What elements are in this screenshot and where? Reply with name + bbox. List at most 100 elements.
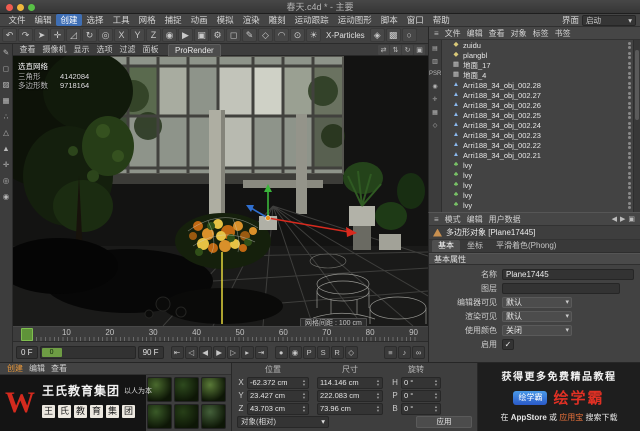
om-grid-icon[interactable]: ▦ xyxy=(429,109,441,116)
menu-item[interactable]: 雕刻 xyxy=(264,14,290,26)
render-visibility-dot[interactable] xyxy=(628,205,631,209)
previous-key-icon[interactable]: ◁ xyxy=(184,345,198,359)
render-visibility-dot[interactable] xyxy=(628,55,631,59)
viewport[interactable]: 查看 摄像机 显示 选项 过滤 面板 ProRender ⇄ ⇅ ↻ ▣ 网格间… xyxy=(13,43,428,326)
add-primitive-icon[interactable]: ◻ xyxy=(226,28,241,42)
material-thumbnail[interactable] xyxy=(201,404,226,429)
object-tree-item[interactable]: ▲ Arri188_34_obj_002.21 xyxy=(442,150,633,160)
interface-menu[interactable]: 界面 xyxy=(562,14,579,26)
history-back-icon[interactable]: ◀ xyxy=(612,215,617,223)
move-tool-icon[interactable]: ✛ xyxy=(50,28,65,42)
scrollbar-thumb[interactable] xyxy=(635,50,639,120)
editor-visibility-dot[interactable] xyxy=(628,131,631,135)
editor-visibility-dot[interactable] xyxy=(628,71,631,75)
om-misc-icon[interactable]: ◇ xyxy=(429,122,441,129)
polygons-mode-icon[interactable]: ▲ xyxy=(1,143,12,154)
layout-select[interactable]: 启动 ▾ xyxy=(582,14,636,26)
texture-mode-icon[interactable]: ▨ xyxy=(1,79,12,90)
goto-start-icon[interactable]: ⇤ xyxy=(170,345,184,359)
current-frame-field[interactable]: 0 F xyxy=(16,345,38,359)
attribute-tab[interactable]: 基本 xyxy=(432,240,460,252)
material-thumbnail[interactable] xyxy=(147,404,172,429)
tab-prorender[interactable]: ProRender xyxy=(168,43,221,56)
attribute-menu-item[interactable]: 用户数据 xyxy=(486,214,524,225)
editor-visibility-dot[interactable] xyxy=(628,171,631,175)
redo-icon[interactable]: ↷ xyxy=(18,28,33,42)
volume-menu-icon[interactable]: ▩ xyxy=(385,28,401,42)
material-thumbnail[interactable] xyxy=(174,404,199,429)
menu-item[interactable]: 模拟 xyxy=(212,14,238,26)
last-tool-icon[interactable]: ◎ xyxy=(98,28,113,42)
add-deformer-icon[interactable]: ◠ xyxy=(274,28,289,42)
undo-icon[interactable]: ↶ xyxy=(2,28,17,42)
object-tree-item[interactable]: ♣ lvy xyxy=(442,200,633,210)
object-manager-menu-item[interactable]: 编辑 xyxy=(464,28,486,39)
editor-visibility-dot[interactable] xyxy=(628,91,631,95)
material-thumbnail[interactable] xyxy=(201,377,226,402)
viewport-menu-item[interactable]: 过滤 xyxy=(116,44,139,55)
material-menu-item[interactable]: 编辑 xyxy=(26,363,48,374)
render-visibility-dot[interactable] xyxy=(628,185,631,189)
render-picture-viewer-icon[interactable]: ▣ xyxy=(194,28,209,42)
attribute-tab[interactable]: 坐标 xyxy=(461,240,489,252)
menu-item[interactable]: 文件 xyxy=(4,14,30,26)
viewport-menu-item[interactable]: 显示 xyxy=(70,44,93,55)
object-manager-menu-item[interactable]: 书签 xyxy=(552,28,574,39)
menu-item[interactable]: 脚本 xyxy=(376,14,402,26)
sound-toggle-icon[interactable]: ♪ xyxy=(398,345,411,359)
lock-y-axis-icon[interactable]: Y xyxy=(130,28,145,42)
om-axis-icon[interactable]: ✛ xyxy=(429,96,441,103)
edges-mode-icon[interactable]: △ xyxy=(1,127,12,138)
editor-visibility-dot[interactable] xyxy=(628,201,631,205)
object-tree-item[interactable]: ▲ Arri188_34_obj_002.24 xyxy=(442,120,633,130)
menu-item[interactable]: 帮助 xyxy=(428,14,454,26)
rotation-field[interactable]: 0 ° ▲ ▼ xyxy=(401,376,441,389)
object-tree-item[interactable]: ♣ lvy xyxy=(442,160,633,170)
om-snap-icon[interactable]: ◉ xyxy=(429,83,441,90)
model-mode-icon[interactable]: ◻ xyxy=(1,63,12,74)
menu-item[interactable]: 创建 xyxy=(56,14,83,26)
viewport-filter-icon[interactable]: ◎ xyxy=(1,175,12,186)
previous-frame-icon[interactable]: ◀ xyxy=(198,345,212,359)
record-keyframe-icon[interactable]: ● xyxy=(274,345,288,359)
size-field[interactable]: 222.083 cm ▲ ▼ xyxy=(317,389,383,402)
menu-item[interactable]: 渲染 xyxy=(238,14,264,26)
size-field[interactable]: 114.146 cm ▲ ▼ xyxy=(317,376,383,389)
loop-mode-icon[interactable]: ∞ xyxy=(412,345,425,359)
lock-z-axis-icon[interactable]: Z xyxy=(146,28,161,42)
editor-visibility-dot[interactable] xyxy=(628,81,631,85)
snap-toggle-icon[interactable]: ◉ xyxy=(1,191,12,202)
axis-mode-icon[interactable]: ✛ xyxy=(1,159,12,170)
material-menu-item[interactable]: 查看 xyxy=(48,363,70,374)
stepper-icon[interactable]: ▲ ▼ xyxy=(434,405,438,412)
menu-item[interactable]: 动画 xyxy=(186,14,212,26)
render-view-icon[interactable]: ▶ xyxy=(178,28,193,42)
stepper-icon[interactable]: ▲ ▼ xyxy=(376,405,380,412)
menu-item[interactable]: 运动跟踪 xyxy=(290,14,333,26)
pan-view-icon[interactable]: ⇄ xyxy=(378,44,389,55)
om-layers-icon[interactable]: ▥ xyxy=(429,58,441,65)
rotate-view-icon[interactable]: ↻ xyxy=(402,44,413,55)
add-generator-icon[interactable]: ◇ xyxy=(258,28,273,42)
stepper-icon[interactable]: ▲ ▼ xyxy=(434,392,438,399)
make-editable-icon[interactable]: ✎ xyxy=(1,47,12,58)
rotation-field[interactable]: 0 ° ▲ ▼ xyxy=(401,402,441,415)
key-scale-icon[interactable]: S xyxy=(316,345,330,359)
apply-button[interactable]: 应用 xyxy=(416,416,472,428)
simulate-menu-icon[interactable]: ◈ xyxy=(369,28,385,42)
render-visibility-dot[interactable] xyxy=(628,175,631,179)
object-tree-scrollbar[interactable] xyxy=(633,40,640,212)
render-visibility-dot[interactable] xyxy=(628,115,631,119)
viewport-menu-item[interactable]: 选项 xyxy=(93,44,116,55)
object-tree-item[interactable]: ♣ lvy xyxy=(442,180,633,190)
editor-visibility-dot[interactable] xyxy=(628,151,631,155)
object-tree-item[interactable]: ▲ Arri188_34_obj_002.28 xyxy=(442,80,633,90)
object-manager-menu-item[interactable]: 查看 xyxy=(486,28,508,39)
attribute-menu-item[interactable]: 编辑 xyxy=(464,214,486,225)
object-tree-item[interactable]: ◆ plangbl xyxy=(442,50,633,60)
render-visibility-dot[interactable] xyxy=(628,165,631,169)
points-mode-icon[interactable]: ∴ xyxy=(1,111,12,122)
material-menu-item[interactable]: 创建 xyxy=(4,363,26,374)
render-visibility-dot[interactable] xyxy=(628,155,631,159)
object-tree-item[interactable]: ▲ Arri188_34_obj_002.22 xyxy=(442,140,633,150)
